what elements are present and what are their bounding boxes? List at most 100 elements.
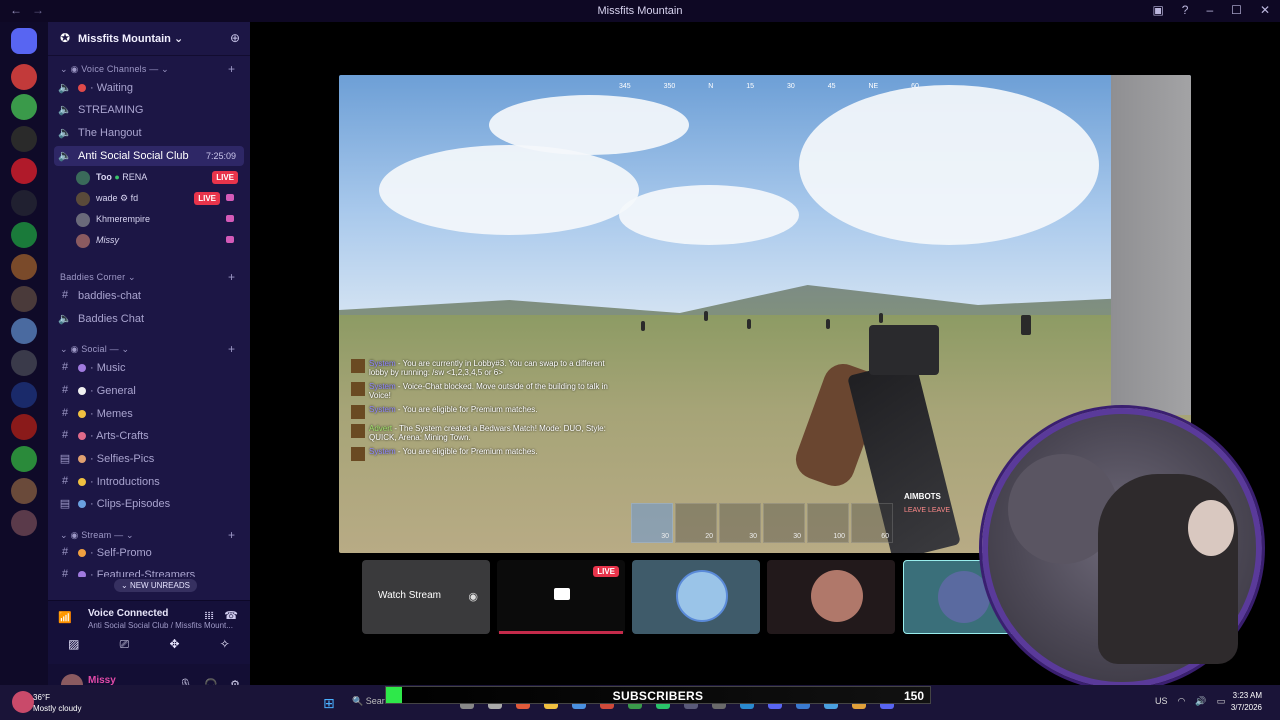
server-icon[interactable] [11,382,37,408]
weather-text[interactable]: 36°F Mostly cloudy [33,692,81,714]
avatar [76,234,90,248]
speaker-icon: 🔈 [58,82,72,94]
camera-off-icon[interactable]: ▨ [68,637,79,652]
avatar [676,570,728,622]
hotbar-slot: 30 [719,503,761,543]
server-icon[interactable] [11,286,37,312]
hashtag-icon: # [61,361,69,373]
live-badge: LIVE [194,192,220,205]
server-icon[interactable] [11,126,37,152]
soundboard-icon[interactable]: ✧ [220,637,230,652]
category-stream[interactable]: ⌄ ◉ Stream — ⌄ + [60,528,235,542]
chat-message: System - You are eligible for Premium ma… [351,405,611,419]
wifi-icon[interactable]: ◠ [1178,696,1186,707]
server-icon[interactable] [11,254,37,280]
text-channel-music[interactable]: # · Music [54,358,244,378]
hashtag-icon: # [61,568,69,577]
server-icon[interactable] [11,318,37,344]
text-channel-self-promo[interactable]: # · Self-Promo [54,543,244,563]
voice-user[interactable]: Khmerempire [72,210,244,230]
text-channel-arts-crafts[interactable]: # · Arts-Crafts [54,426,244,446]
minimize-button[interactable]: – [1206,3,1213,17]
category-baddies-corner[interactable]: Baddies Corner ⌄ + [60,270,235,284]
invite-icon[interactable]: ⊕ [230,31,240,45]
forum-channel-selfies-pics[interactable]: ▤ · Selfies-Pics [54,449,244,469]
server-icon[interactable] [11,94,37,120]
text-channel-introductions[interactable]: # · Introductions [54,472,244,492]
avatar [76,171,90,185]
screen-share-tile[interactable]: LIVE [497,560,625,634]
clock[interactable]: 3:23 AM 3/7/2026 [1231,690,1262,714]
subscriber-goal-bar: SUBSCRIBERS 150 [385,686,931,704]
voice-channel-the-hangout[interactable]: 🔈 The Hangout [54,123,244,143]
server-icon[interactable] [11,510,37,536]
screen-share-icon [226,236,234,243]
help-icon[interactable]: ? [1182,3,1189,17]
screen-share-button-icon[interactable]: ⎚ [120,637,130,652]
hashtag-icon: # [61,429,69,441]
hashtag-icon: # [61,384,69,396]
team-label: AIMBOTS [904,492,941,501]
new-unreads-pill[interactable]: ⌄ NEW UNREADS [114,579,197,592]
chat-message: Advert - The System created a Bedwars Ma… [351,424,611,442]
discord-home-icon[interactable] [11,28,37,54]
voice-channel-streaming[interactable]: 🔈 STREAMING [54,100,244,120]
close-button[interactable]: ✕ [1260,3,1270,17]
language-indicator[interactable]: US [1155,696,1168,707]
server-list [0,22,48,685]
voice-channel-anti-social-social-club[interactable]: 🔈 Anti Social Social Club 7:25:09 [54,146,244,166]
inbox-icon[interactable]: ▣ [1152,3,1163,17]
text-channel-memes[interactable]: # · Memes [54,404,244,424]
windows-start-icon[interactable]: ⊞ [323,695,335,712]
title-bar: ← → Missfits Mountain ▣ ? – ☐ ✕ [0,0,1280,22]
noise-suppression-icon[interactable]: 𝍖 [204,609,214,622]
volume-icon[interactable]: 🔊 [1195,696,1206,707]
maximize-button[interactable]: ☐ [1231,3,1242,17]
server-header[interactable]: ✪ Missfits Mountain ⌄ ⊕ [48,22,250,56]
live-badge: LIVE [593,566,619,577]
server-icon[interactable] [11,190,37,216]
voice-user[interactable]: Too ● RENA LIVE [72,168,244,188]
voice-channel-baddies-chat[interactable]: 🔈 Baddies Chat [54,309,244,329]
text-channel-general[interactable]: # · General [54,381,244,401]
voice-user[interactable]: Missy [72,231,244,251]
category-voice-channels[interactable]: ⌄ ◉ Voice Channels — ⌄ + [60,62,235,76]
text-channel-featured-streamers[interactable]: # · Featured-Streamers [54,565,244,577]
avatar [76,192,90,206]
participant-tile[interactable] [632,560,760,634]
signal-icon: 📶 [58,612,72,624]
add-channel-icon[interactable]: + [228,270,235,284]
server-icon[interactable] [11,478,37,504]
text-channel-baddies-chat[interactable]: # baddies-chat [54,286,244,306]
add-channel-icon[interactable]: + [228,62,235,76]
disconnect-icon[interactable]: ☎ [224,609,238,622]
watch-stream-tile[interactable]: Watch Stream ◉ [362,560,490,634]
hotbar-slot: 30 [763,503,805,543]
game-chat: System - You are currently in Lobby#3. Y… [351,359,611,466]
forum-channel-clips-episodes[interactable]: ▤ · Clips-Episodes [54,494,244,514]
eye-icon: ◉ [468,591,478,603]
server-icon[interactable] [11,414,37,440]
add-channel-icon[interactable]: + [228,528,235,542]
window-title: Missfits Mountain [597,5,683,17]
server-icon[interactable] [11,350,37,376]
avatar [76,213,90,227]
voice-user[interactable]: wade ⚙ fd LIVE [72,189,244,209]
server-icon[interactable] [11,64,37,90]
server-icon[interactable] [11,222,37,248]
add-channel-icon[interactable]: + [228,342,235,356]
battery-icon[interactable]: ▭ [1217,696,1226,707]
monitor-icon [554,588,570,600]
forum-icon: ▤ [59,498,71,510]
activities-icon[interactable]: ✥ [170,637,180,652]
voice-channel-waiting[interactable]: 🔈 · Waiting [54,78,244,98]
server-icon[interactable] [11,446,37,472]
participant-tile[interactable] [767,560,895,634]
server-icon[interactable] [11,158,37,184]
server-name: Missfits Mountain ⌄ [78,33,184,45]
hashtag-icon: # [61,475,69,487]
weather-icon[interactable] [12,691,34,713]
live-badge: LIVE [212,171,238,184]
category-social[interactable]: ⌄ ◉ Social — ⌄ + [60,342,235,356]
hotbar-slot: 20 [675,503,717,543]
